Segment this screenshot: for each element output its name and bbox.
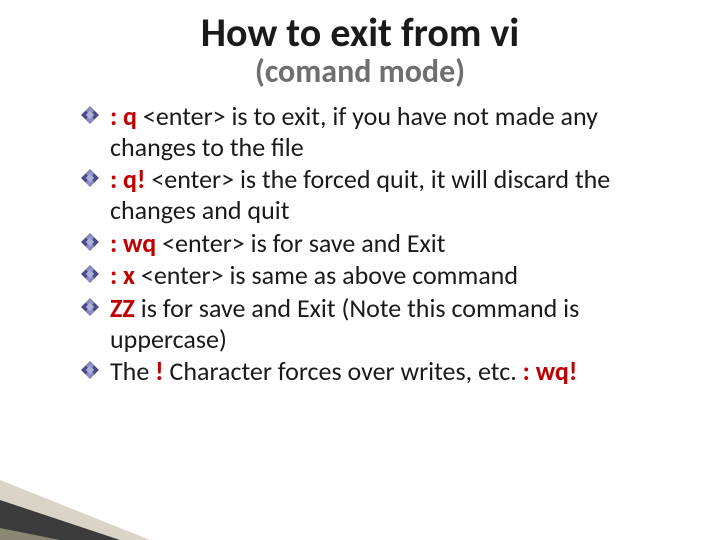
command-text: : wq	[110, 227, 156, 259]
slide: How to exit from vi (comand mode) : q <e…	[0, 0, 720, 540]
command-text: ZZ	[110, 292, 135, 324]
corner-wedge-decoration	[0, 450, 150, 540]
mid-text: Character forces over writes, etc.	[164, 355, 523, 387]
enter-text: <enter>	[137, 100, 231, 132]
list-item: : wq <enter> is for save and Exit	[80, 228, 665, 259]
list-item: ZZ is for save and Exit (Note this comma…	[80, 293, 665, 354]
list-item: : q <enter> is to exit, if you have not …	[80, 101, 665, 162]
description-text: is same as above command	[229, 259, 518, 291]
enter-text: <enter>	[156, 227, 250, 259]
description-text: is for save and Exit	[251, 227, 446, 259]
diamond-bullet-icon	[80, 360, 100, 380]
slide-title: How to exit from vi	[40, 12, 680, 54]
diamond-bullet-icon	[80, 105, 100, 125]
bullet-list: : q <enter> is to exit, if you have not …	[80, 101, 665, 387]
diamond-bullet-icon	[80, 168, 100, 188]
bang-text: !	[155, 355, 163, 387]
command-text: : q	[110, 100, 137, 132]
diamond-bullet-icon	[80, 232, 100, 252]
enter-text: <enter>	[135, 259, 229, 291]
enter-text: <enter>	[145, 163, 239, 195]
command-text: : q!	[110, 163, 145, 195]
list-item: : x <enter> is same as above command	[80, 260, 665, 291]
slide-body: : q <enter> is to exit, if you have not …	[40, 101, 680, 387]
title-block: How to exit from vi (comand mode)	[40, 12, 680, 91]
list-item: The ! Character forces over writes, etc.…	[80, 356, 665, 387]
list-item: : q! <enter> is the forced quit, it will…	[80, 164, 665, 225]
command-text: : x	[110, 259, 135, 291]
description-text: is for save and Exit (Note this command …	[110, 292, 579, 355]
diamond-bullet-icon	[80, 264, 100, 284]
slide-subtitle: (comand mode)	[40, 52, 680, 91]
diamond-bullet-icon	[80, 297, 100, 317]
prefix-text: The	[110, 355, 155, 387]
tail-command-text: : wq!	[523, 355, 578, 387]
